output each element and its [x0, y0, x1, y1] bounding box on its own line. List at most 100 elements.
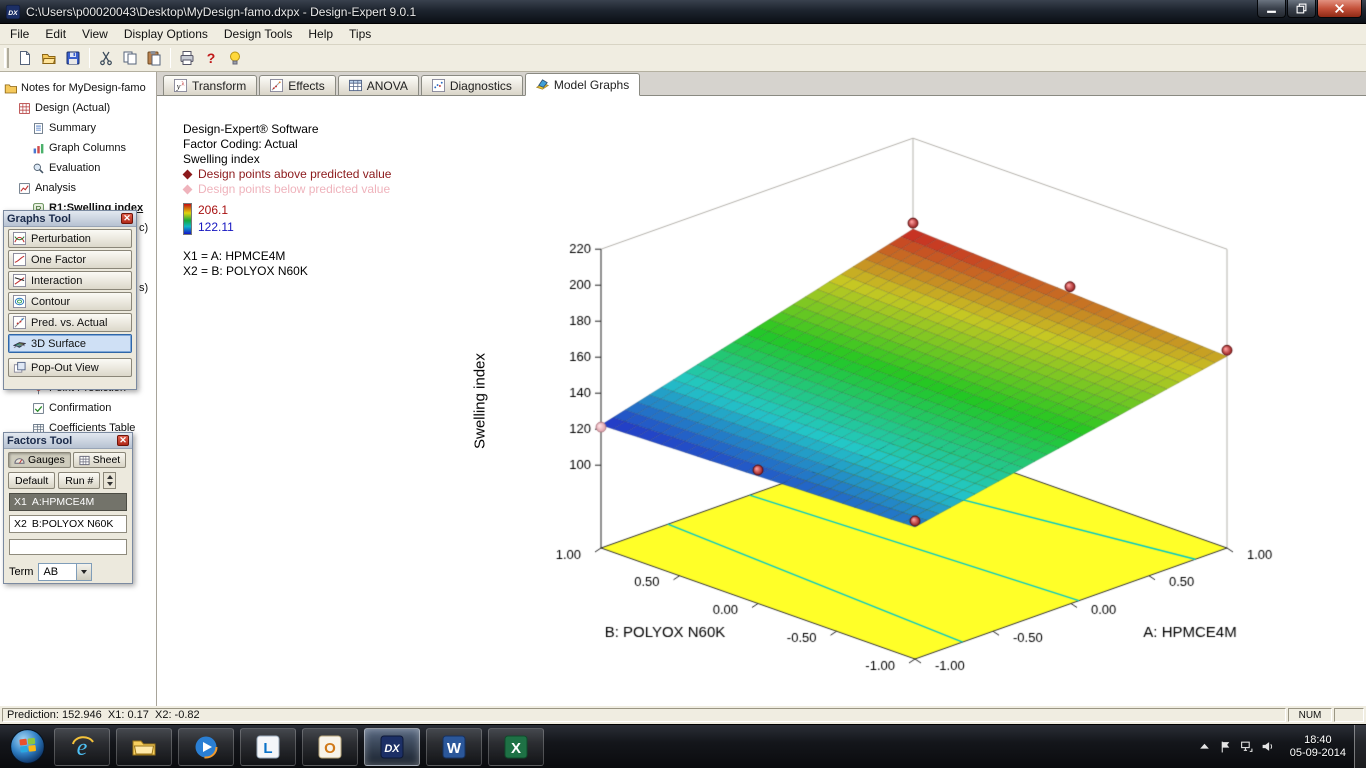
help-button[interactable]: ?	[199, 47, 223, 70]
save-button[interactable]	[61, 47, 85, 70]
windows-taskbar: e LODXWX 18:40 05-09-2014	[0, 724, 1366, 768]
factor-row-x1[interactable]: X1 A:HPMCE4M	[9, 493, 127, 511]
menu-display-options[interactable]: Display Options	[116, 25, 216, 43]
factor-rows: X1 A:HPMCE4M X2B:POLYOX N60K	[4, 493, 132, 555]
show-desktop-button[interactable]	[1354, 725, 1366, 768]
term-dropdown-arrow-icon[interactable]	[76, 564, 91, 580]
lync-icon: L	[255, 734, 281, 760]
tree-item-confirmation[interactable]: Confirmation	[0, 398, 156, 418]
tree-item-label: c)	[139, 222, 148, 234]
window-controls	[1257, 0, 1362, 18]
taskbar-windows-explorer[interactable]	[116, 728, 172, 766]
factor-id: X2	[14, 518, 27, 530]
graphs-tool-item-label: Pred. vs. Actual	[31, 317, 107, 329]
paste-button[interactable]	[142, 47, 166, 70]
tree-item-evaluation[interactable]: Evaluation	[0, 158, 156, 178]
factor-row-empty[interactable]	[9, 539, 127, 555]
tree-item-graph-columns[interactable]: Graph Columns	[0, 138, 156, 158]
tips-icon	[227, 50, 243, 66]
tree-item-s[interactable]: s)	[139, 278, 156, 298]
tab-label: Diagnostics	[450, 79, 512, 93]
tab-label: ANOVA	[367, 79, 408, 93]
notes-icon	[4, 82, 17, 95]
graph-area: Design-Expert® Software Factor Coding: A…	[157, 95, 1366, 706]
transform-icon: yλ	[174, 79, 187, 92]
menu-edit[interactable]: Edit	[37, 25, 74, 43]
taskbar-apps: e LODXWX	[54, 725, 544, 768]
graphs-tool-interaction[interactable]: Interaction	[8, 271, 132, 290]
tips-button[interactable]	[223, 47, 247, 70]
spinner-up-icon[interactable]	[104, 473, 115, 481]
factors-tab-sheet[interactable]: Sheet	[73, 452, 126, 468]
tree-item-c[interactable]: c)	[139, 218, 156, 238]
taskbar-word[interactable]: W	[426, 728, 482, 766]
close-graphs-tool-button[interactable]: ✕	[121, 213, 133, 224]
graphs-tool-one-factor[interactable]: One Factor	[8, 250, 132, 269]
interaction-icon	[13, 274, 26, 287]
graphs-tool-3d-surface[interactable]: 3D Surface	[8, 334, 132, 353]
tray-action-center[interactable]	[1218, 739, 1234, 755]
graphs-tool-pop-out-view[interactable]: Pop-Out View	[8, 358, 132, 377]
run-number-spinner[interactable]	[103, 472, 116, 489]
open-button[interactable]	[37, 47, 61, 70]
tab-transform[interactable]: yλTransform	[163, 75, 257, 95]
taskbar-media-player[interactable]	[178, 728, 234, 766]
menu-tips[interactable]: Tips	[341, 25, 379, 43]
minimize-button[interactable]	[1257, 0, 1286, 18]
graphs-tool-titlebar[interactable]: Graphs Tool ✕	[4, 211, 136, 227]
factor-row-x2[interactable]: X2B:POLYOX N60K	[9, 515, 127, 533]
tab-model-graphs[interactable]: Model Graphs	[525, 73, 640, 96]
factors-tool-palette: Factors Tool ✕ GaugesSheet DefaultRun # …	[3, 432, 133, 584]
taskbar-clock[interactable]: 18:40 05-09-2014	[1282, 734, 1354, 760]
tree-item-notes-for-mydesign-famo[interactable]: Notes for MyDesign-famo	[0, 78, 156, 98]
menu-help[interactable]: Help	[300, 25, 341, 43]
summary-icon	[32, 122, 45, 135]
tab-effects[interactable]: Effects	[259, 75, 335, 95]
excel-icon: X	[503, 734, 529, 760]
copy-button[interactable]	[118, 47, 142, 70]
taskbar-lync[interactable]: L	[240, 728, 296, 766]
term-dropdown[interactable]: AB	[38, 563, 92, 581]
cut-button[interactable]	[94, 47, 118, 70]
taskbar-design-expert[interactable]: DX	[364, 728, 420, 766]
default-button[interactable]: Default	[8, 472, 55, 489]
tree-item-label: s)	[139, 282, 148, 294]
diagnostics-icon	[432, 79, 445, 92]
restore-button[interactable]	[1287, 0, 1316, 18]
factors-tab-gauges[interactable]: Gauges	[8, 452, 71, 468]
tab-diagnostics[interactable]: Diagnostics	[421, 75, 523, 95]
factor-id: X1	[14, 496, 27, 508]
menu-view[interactable]: View	[74, 25, 116, 43]
close-factors-tool-button[interactable]: ✕	[117, 435, 129, 446]
tray-volume[interactable]	[1260, 739, 1276, 755]
factors-tool-buttons: DefaultRun #	[4, 468, 132, 489]
taskbar-excel[interactable]: X	[488, 728, 544, 766]
status-bar: Prediction: 152.946 X1: 0.17 X2: -0.82 N…	[0, 706, 1366, 724]
graphs-tool-contour[interactable]: Contour	[8, 292, 132, 311]
run-button[interactable]: Run #	[58, 472, 100, 489]
tree-item-summary[interactable]: Summary	[0, 118, 156, 138]
tree-item-analysis[interactable]: Analysis	[0, 178, 156, 198]
tree-item-design-actual[interactable]: Design (Actual)	[0, 98, 156, 118]
tray-hidden-icons[interactable]	[1197, 739, 1213, 755]
contour-icon	[13, 295, 26, 308]
factors-tab-label: Gauges	[28, 454, 65, 466]
new-button[interactable]	[13, 47, 37, 70]
z-axis-title: Swelling index	[472, 353, 489, 449]
close-button[interactable]	[1317, 0, 1362, 18]
factor-label: A:HPMCE4M	[32, 496, 94, 508]
taskbar-internet-explorer[interactable]: e	[54, 728, 110, 766]
graphs-tool-pred-vs-actual[interactable]: Pred. vs. Actual	[8, 313, 132, 332]
tab-anova[interactable]: ANOVA	[338, 75, 419, 95]
menu-design-tools[interactable]: Design Tools	[216, 25, 300, 43]
graphs-tool-perturbation[interactable]: Perturbation	[8, 229, 132, 248]
print-button[interactable]	[175, 47, 199, 70]
wmp-icon	[193, 734, 219, 760]
start-button[interactable]	[0, 725, 54, 768]
toolbar-separator	[89, 48, 90, 68]
tray-network[interactable]	[1239, 739, 1255, 755]
menu-file[interactable]: File	[2, 25, 37, 43]
spinner-down-icon[interactable]	[104, 481, 115, 489]
factors-tool-titlebar[interactable]: Factors Tool ✕	[4, 433, 132, 449]
taskbar-outlook[interactable]: O	[302, 728, 358, 766]
